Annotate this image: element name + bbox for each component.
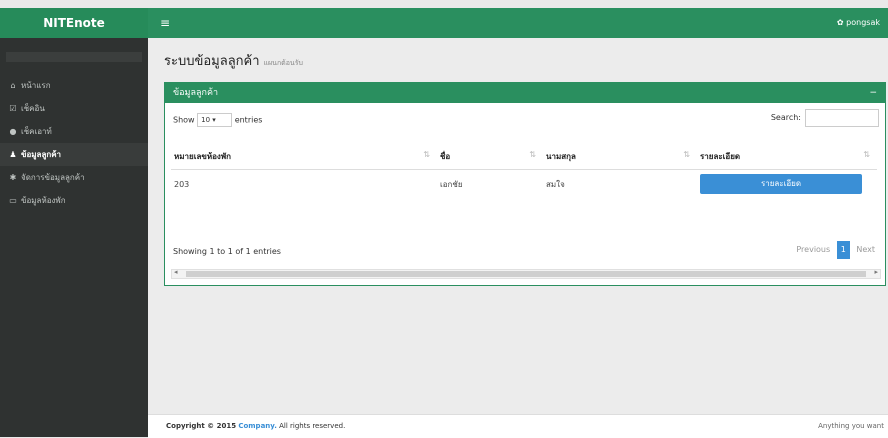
footer: Copyright © 2015 Company. All rights res…	[148, 414, 888, 438]
entries-label: entries	[234, 115, 263, 125]
main-content: ระบบข้อมูลลูกค้า แผนกต้อนรับ ข้อมูลลูกค้า…	[148, 38, 888, 437]
cell-room: 203	[174, 179, 190, 189]
table-info: Showing 1 to 1 of 1 entries	[173, 247, 281, 256]
sidebar-item-label: จัดการข้อมูลลูกค้า	[21, 173, 85, 182]
column-header-room[interactable]: หมายเลขห้องพัก ⇅	[171, 143, 437, 170]
settings-icon: ✱	[9, 173, 17, 182]
gear-icon: ✿	[836, 18, 844, 27]
cell-first-name: เอกชัย	[440, 179, 463, 189]
home-icon: ⌂	[10, 81, 16, 90]
collapse-icon[interactable]: −	[869, 83, 877, 103]
customer-table: หมายเลขห้องพัก ⇅ ชื่อ ⇅ นามสกุล ⇅ รายละเอีย…	[171, 143, 877, 198]
user-icon: ♟	[9, 150, 17, 159]
column-header-last-name[interactable]: นามสกุล ⇅	[543, 143, 697, 170]
table-row: 203 เอกชัย สมใจ รายละเอียด	[171, 170, 877, 199]
search-label: Search:	[770, 113, 801, 122]
footer-tagline: Anything you want	[818, 422, 884, 430]
sidebar-item-customer-info[interactable]: ♟ ข้อมูลลูกค้า	[0, 143, 148, 166]
sidebar-item-manage-customer[interactable]: ✱ จัดการข้อมูลลูกค้า	[0, 166, 148, 189]
column-header-detail[interactable]: รายละเอียด ⇅	[697, 143, 877, 170]
sidebar-item-checkout[interactable]: ● เช็คเอาท์	[0, 120, 148, 143]
sidebar-search[interactable]	[6, 52, 142, 62]
column-header-first-name[interactable]: ชื่อ ⇅	[437, 143, 543, 170]
entries-length-control: Show 10 ▾ entries	[173, 113, 262, 127]
sidebar-item-label: ข้อมูลลูกค้า	[21, 150, 62, 159]
box-header: ข้อมูลลูกค้า −	[165, 83, 885, 103]
pagination: Previous 1 Next	[792, 241, 879, 259]
top-navbar: NITEnote ≡ ✿ pongsak	[0, 8, 888, 38]
sort-icon: ⇅	[683, 149, 690, 159]
checkout-icon: ●	[9, 127, 17, 136]
scrollbar-thumb[interactable]	[186, 271, 866, 277]
detail-button[interactable]: รายละเอียด	[700, 174, 862, 194]
checkin-icon: ☑	[9, 104, 17, 113]
sidebar-item-checkin[interactable]: ☑ เช็คอิน	[0, 97, 148, 120]
sidebar-item-room-info[interactable]: ▭ ข้อมูลห้องพัก	[0, 189, 148, 212]
menu-toggle-icon[interactable]: ≡	[160, 8, 170, 38]
scroll-right-icon[interactable]: ▸	[874, 268, 878, 276]
page-title-text: ระบบข้อมูลลูกค้า	[164, 54, 260, 69]
sort-icon: ⇅	[863, 149, 870, 159]
sort-icon: ⇅	[423, 149, 430, 159]
cell-detail: รายละเอียด	[697, 170, 877, 199]
customer-box: ข้อมูลลูกค้า − Show 10 ▾ entries Search:…	[164, 82, 886, 286]
sidebar-item-label: ข้อมูลห้องพัก	[21, 196, 66, 205]
show-label: Show	[173, 115, 195, 125]
sidebar-item-label: เช็คเอาท์	[21, 127, 52, 136]
entries-select[interactable]: 10 ▾	[197, 113, 233, 127]
copyright: Copyright © 2015 Company. All rights res…	[166, 422, 346, 430]
user-menu[interactable]: ✿ pongsak	[837, 8, 880, 38]
user-name: pongsak	[846, 18, 880, 27]
sidebar-item-home[interactable]: ⌂ หน้าแรก	[0, 74, 148, 97]
monitor-icon: ▭	[9, 196, 17, 205]
page-title: ระบบข้อมูลลูกค้า แผนกต้อนรับ	[164, 50, 303, 71]
search-input[interactable]	[805, 109, 879, 127]
sort-icon: ⇅	[529, 149, 536, 159]
page-1-button[interactable]: 1	[836, 241, 850, 259]
sidebar-item-label: เช็คอิน	[21, 104, 45, 113]
horizontal-scrollbar[interactable]: ◂ ▸	[171, 268, 881, 279]
brand-logo[interactable]: NITEnote	[0, 8, 148, 38]
page-subtitle: แผนกต้อนรับ	[263, 59, 303, 67]
cell-last-name: สมใจ	[546, 179, 565, 189]
previous-button[interactable]: Previous	[792, 241, 834, 259]
sidebar: ⌂ หน้าแรก ☑ เช็คอิน ● เช็คเอาท์ ♟ ข้อมูลลูกค…	[0, 38, 148, 437]
company-link[interactable]: Company.	[238, 422, 277, 430]
next-button[interactable]: Next	[852, 241, 879, 259]
sidebar-item-label: หน้าแรก	[21, 81, 51, 90]
scroll-left-icon[interactable]: ◂	[174, 268, 178, 276]
box-title: ข้อมูลลูกค้า	[173, 88, 219, 98]
